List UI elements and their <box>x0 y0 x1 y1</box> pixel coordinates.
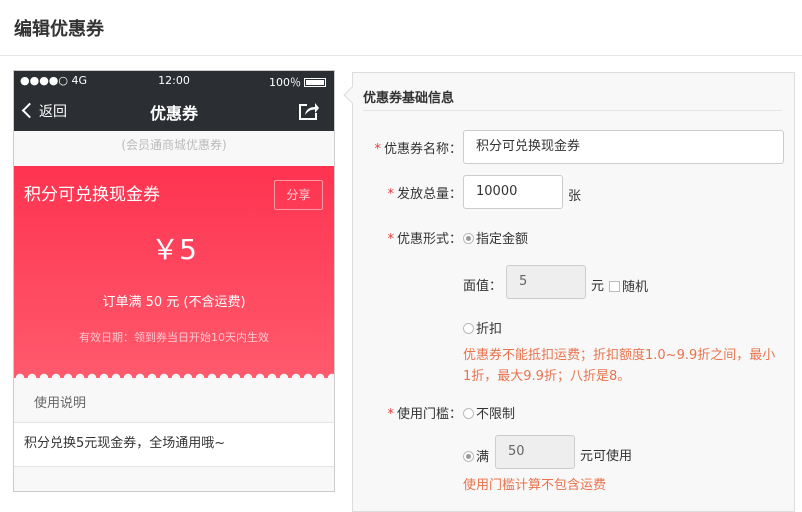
coupon-condition: 订单满 50 元 (不含运费) <box>102 295 246 310</box>
coupon-amount: ￥5 <box>151 233 197 266</box>
discount-hint: 优惠券不能抵扣运费；折扣额度1.0~9.9折之间，最小1折，最大9.9折；八折是… <box>463 348 776 384</box>
threshold-full-option[interactable]: 满 <box>463 446 489 465</box>
type-label: * 优惠形式： <box>387 232 462 247</box>
coupon-name-input[interactable]: 积分可兑换现金券 <box>463 130 784 164</box>
required-mark: * <box>387 232 394 247</box>
phone-navbar: 返回 优惠券 <box>14 91 334 131</box>
usage-heading: 使用说明 <box>14 389 334 423</box>
share-icon[interactable] <box>298 101 320 125</box>
scallop-edge <box>14 370 334 378</box>
coupon-form-panel: 优惠券基础信息 * 优惠券名称： 积分可兑换现金券 * 发放总量： 10000 张 … <box>343 72 795 512</box>
total-unit: 张 <box>568 189 582 204</box>
coupon-name-label: * 优惠券名称： <box>374 142 462 157</box>
threshold-amount-input[interactable]: 50 <box>495 435 575 469</box>
phone-preview: ●●●●○ 4G 12:00 100％ 返回 优惠券 (会员通商城优惠券) 积分… <box>13 70 335 492</box>
type-fixed-option[interactable]: 指定金额 <box>463 228 528 247</box>
radio-discount[interactable] <box>463 323 474 334</box>
total-input[interactable]: 10000 <box>463 175 563 209</box>
threshold-suffix: 元可使用 <box>580 449 633 464</box>
radio-no-threshold[interactable] <box>463 408 474 419</box>
coupon-validity: 有效日期：领到券当日开始10天内生效 <box>79 331 269 344</box>
usage-text: 积分兑换5元现金券，全场通用哦~ <box>14 422 334 467</box>
battery-indicator: 100％ <box>269 74 326 90</box>
type-discount-option[interactable]: 折扣 <box>463 318 502 337</box>
threshold-label: * 使用门槛： <box>387 407 462 422</box>
radio-fixed[interactable] <box>463 233 474 244</box>
random-option[interactable]: 随机 <box>609 276 648 295</box>
total-label: * 发放总量： <box>387 187 462 202</box>
phone-nav-title: 优惠券 <box>149 104 198 123</box>
share-button[interactable]: 分享 <box>274 180 323 210</box>
form-section-title: 优惠券基础信息 <box>363 91 455 106</box>
radio-full-threshold[interactable] <box>463 451 474 462</box>
coupon-name: 积分可兑换现金券 <box>24 185 160 205</box>
status-bar: ●●●●○ 4G 12:00 100％ <box>14 71 334 91</box>
divider <box>363 110 782 111</box>
required-mark: * <box>387 407 394 422</box>
page-title: 编辑优惠券 <box>14 19 104 40</box>
threshold-hint: 使用门槛计算不包含运费 <box>463 478 607 493</box>
random-checkbox[interactable] <box>609 281 620 292</box>
threshold-none-option[interactable]: 不限制 <box>463 403 515 422</box>
phone-subtitle: (会员通商城优惠券) <box>14 131 334 159</box>
panel-pointer <box>343 86 361 104</box>
face-value-label: 面值： <box>463 279 503 294</box>
battery-icon <box>304 78 326 87</box>
face-value-unit: 元 <box>591 279 605 294</box>
coupon-card: 积分可兑换现金券 分享 ￥5 订单满 50 元 (不含运费) 有效日期：领到券当… <box>14 166 334 378</box>
required-mark: * <box>387 187 394 202</box>
required-mark: * <box>374 142 381 157</box>
battery-percent: 100％ <box>269 76 301 89</box>
page-header: 编辑优惠券 <box>0 0 802 56</box>
face-value-input[interactable]: 5 <box>506 265 586 299</box>
